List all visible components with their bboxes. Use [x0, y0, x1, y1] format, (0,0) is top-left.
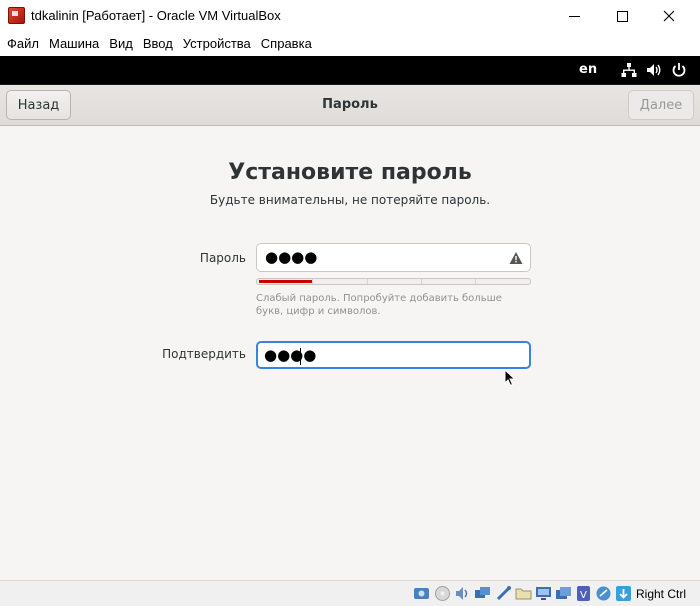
menu-view[interactable]: Вид — [104, 32, 138, 56]
password-strength-fill — [259, 280, 313, 283]
confirm-password-field[interactable]: ●●●● — [256, 341, 531, 369]
volume-icon[interactable] — [646, 62, 662, 78]
strength-segment-divider — [421, 279, 422, 284]
svg-text:V: V — [580, 590, 587, 601]
mouse-pointer-icon — [504, 369, 516, 387]
cpu-icon[interactable] — [595, 585, 612, 602]
window-titlebar: tdkalinin [Работает] - Oracle VM Virtual… — [0, 0, 700, 32]
confirm-password-label: Подтвердить — [162, 347, 246, 361]
menu-bar: Файл Машина Вид Ввод Устройства Справка — [0, 32, 700, 56]
strength-segment-divider — [312, 279, 313, 284]
network-adapter-icon[interactable] — [474, 585, 491, 602]
page-subtitle: Будьте внимательны, не потеряйте пароль. — [209, 193, 491, 207]
minimize-button[interactable] — [551, 0, 597, 32]
menu-help[interactable]: Справка — [256, 32, 317, 56]
confirm-password-value: ●●●● — [264, 346, 317, 364]
password-field[interactable]: ●●●● — [256, 243, 531, 272]
keyboard-layout-indicator[interactable]: en — [579, 62, 597, 77]
menu-machine[interactable]: Машина — [44, 32, 104, 56]
close-icon — [663, 10, 675, 22]
power-icon[interactable] — [671, 62, 687, 78]
mouse-integration-icon[interactable] — [615, 585, 632, 602]
usb-icon[interactable] — [495, 585, 512, 602]
password-value: ●●●● — [265, 248, 318, 266]
audio-icon[interactable] — [454, 585, 471, 602]
window-title: tdkalinin [Работает] - Oracle VM Virtual… — [31, 8, 281, 23]
minimize-icon — [568, 15, 580, 17]
password-hint: Слабый пароль. Попробуйте добавить больш… — [256, 293, 502, 317]
menu-file[interactable]: Файл — [2, 32, 44, 56]
password-label: Пароль — [199, 251, 246, 265]
network-icon[interactable] — [621, 62, 637, 78]
maximize-icon — [616, 10, 628, 22]
menu-input[interactable]: Ввод — [138, 32, 178, 56]
warning-icon — [509, 252, 523, 264]
header-bar: Назад Пароль Далее — [0, 85, 700, 126]
shared-folders-icon[interactable] — [515, 585, 532, 602]
menu-devices[interactable]: Устройства — [178, 32, 256, 56]
guest-top-bar: en — [0, 56, 700, 84]
next-button[interactable]: Далее — [628, 90, 694, 120]
page-title: Установите пароль — [228, 160, 472, 185]
hard-disk-icon[interactable] — [413, 585, 430, 602]
header-title: Пароль — [322, 97, 378, 112]
password-strength-meter — [256, 278, 531, 285]
optical-disk-icon[interactable] — [434, 585, 451, 602]
vrde-icon[interactable]: V — [575, 585, 592, 602]
guest-screen: Назад Пароль Далее Установите пароль Буд… — [0, 84, 700, 580]
virtualbox-status-bar: V Right Ctrl — [0, 580, 700, 606]
recording-icon[interactable] — [555, 585, 572, 602]
strength-segment-divider — [367, 279, 368, 284]
strength-segment-divider — [475, 279, 476, 284]
display-icon[interactable] — [535, 585, 552, 602]
text-caret — [300, 348, 301, 365]
close-button[interactable] — [646, 0, 692, 32]
host-key-label: Right Ctrl — [636, 587, 687, 601]
virtualbox-app-icon — [8, 7, 25, 24]
maximize-button[interactable] — [599, 0, 645, 32]
